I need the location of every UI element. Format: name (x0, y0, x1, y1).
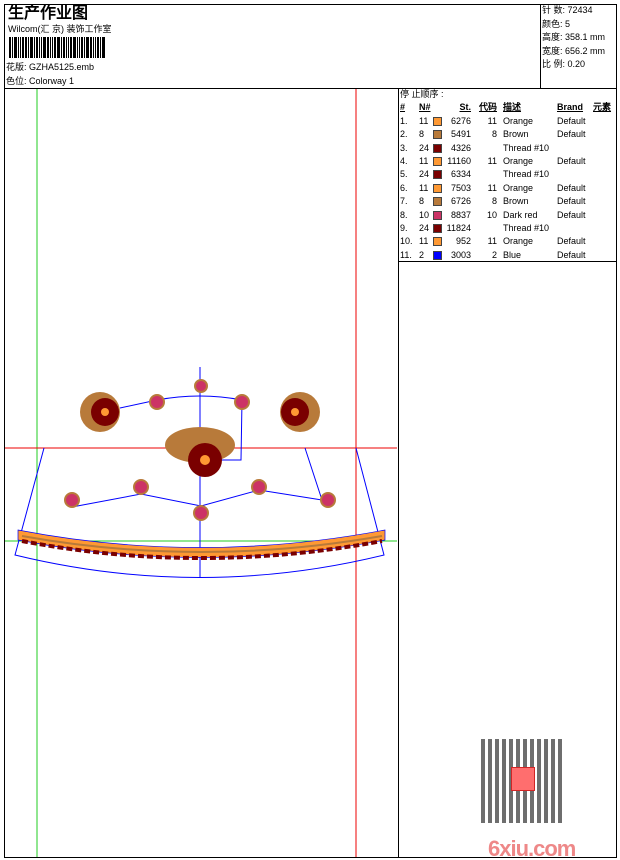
seal-stamp (511, 767, 535, 791)
production-worksheet: 生产作业图 Wilcom(汇 京) 装饰工作室 花版: GZHA5125.emb… (0, 0, 620, 860)
watermark: 6xiu.com (488, 836, 576, 860)
embroidery-band (17, 529, 386, 560)
design-preview (5, 89, 397, 857)
qr-code (481, 739, 565, 823)
